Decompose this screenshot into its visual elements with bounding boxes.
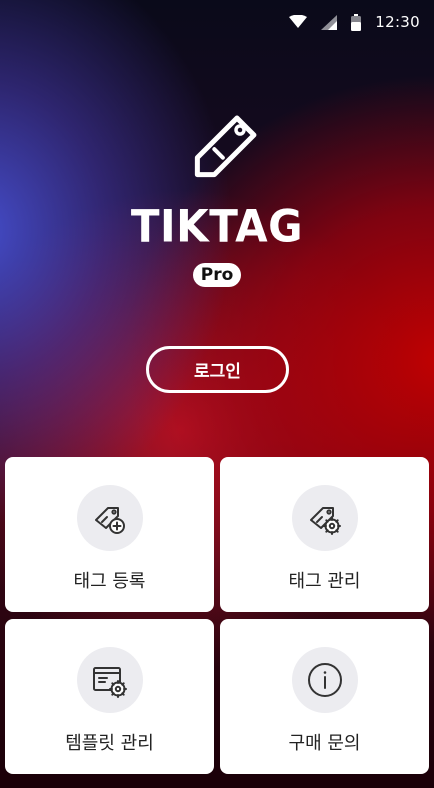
icon-circle — [292, 485, 358, 551]
card-label: 태그 등록 — [73, 571, 146, 592]
purchase-inquiry-card[interactable]: 구매 문의 — [220, 619, 429, 774]
manage-template-card[interactable]: 템플릿 관리 — [5, 619, 214, 774]
login-button[interactable]: 로그인 — [146, 346, 289, 393]
card-label: 구매 문의 — [288, 733, 361, 754]
card-label: 템플릿 관리 — [65, 733, 154, 754]
wifi-icon — [289, 15, 308, 28]
register-tag-card[interactable]: 태그 등록 — [5, 457, 214, 612]
tag-gear-icon — [310, 507, 341, 535]
template-gear-icon — [93, 667, 127, 698]
icon-circle — [292, 647, 358, 713]
status-time: 12:30 — [375, 13, 420, 31]
app-screen: 12:30 TIKTAG Pro 로그인 태그 등록 태그 관리 템플릿 관리 … — [0, 0, 434, 788]
tag-icon — [194, 115, 257, 178]
card-label: 태그 관리 — [288, 571, 361, 592]
pro-badge: Pro — [193, 263, 241, 287]
icon-circle — [77, 647, 143, 713]
status-bar: 12:30 — [0, 0, 434, 44]
manage-tag-card[interactable]: 태그 관리 — [220, 457, 429, 612]
info-icon — [308, 663, 342, 697]
battery-icon — [351, 13, 362, 31]
icon-circle — [77, 485, 143, 551]
brand-name: TIKTAG — [130, 200, 304, 253]
cell-signal-icon — [321, 14, 338, 30]
tag-plus-icon — [95, 507, 125, 534]
